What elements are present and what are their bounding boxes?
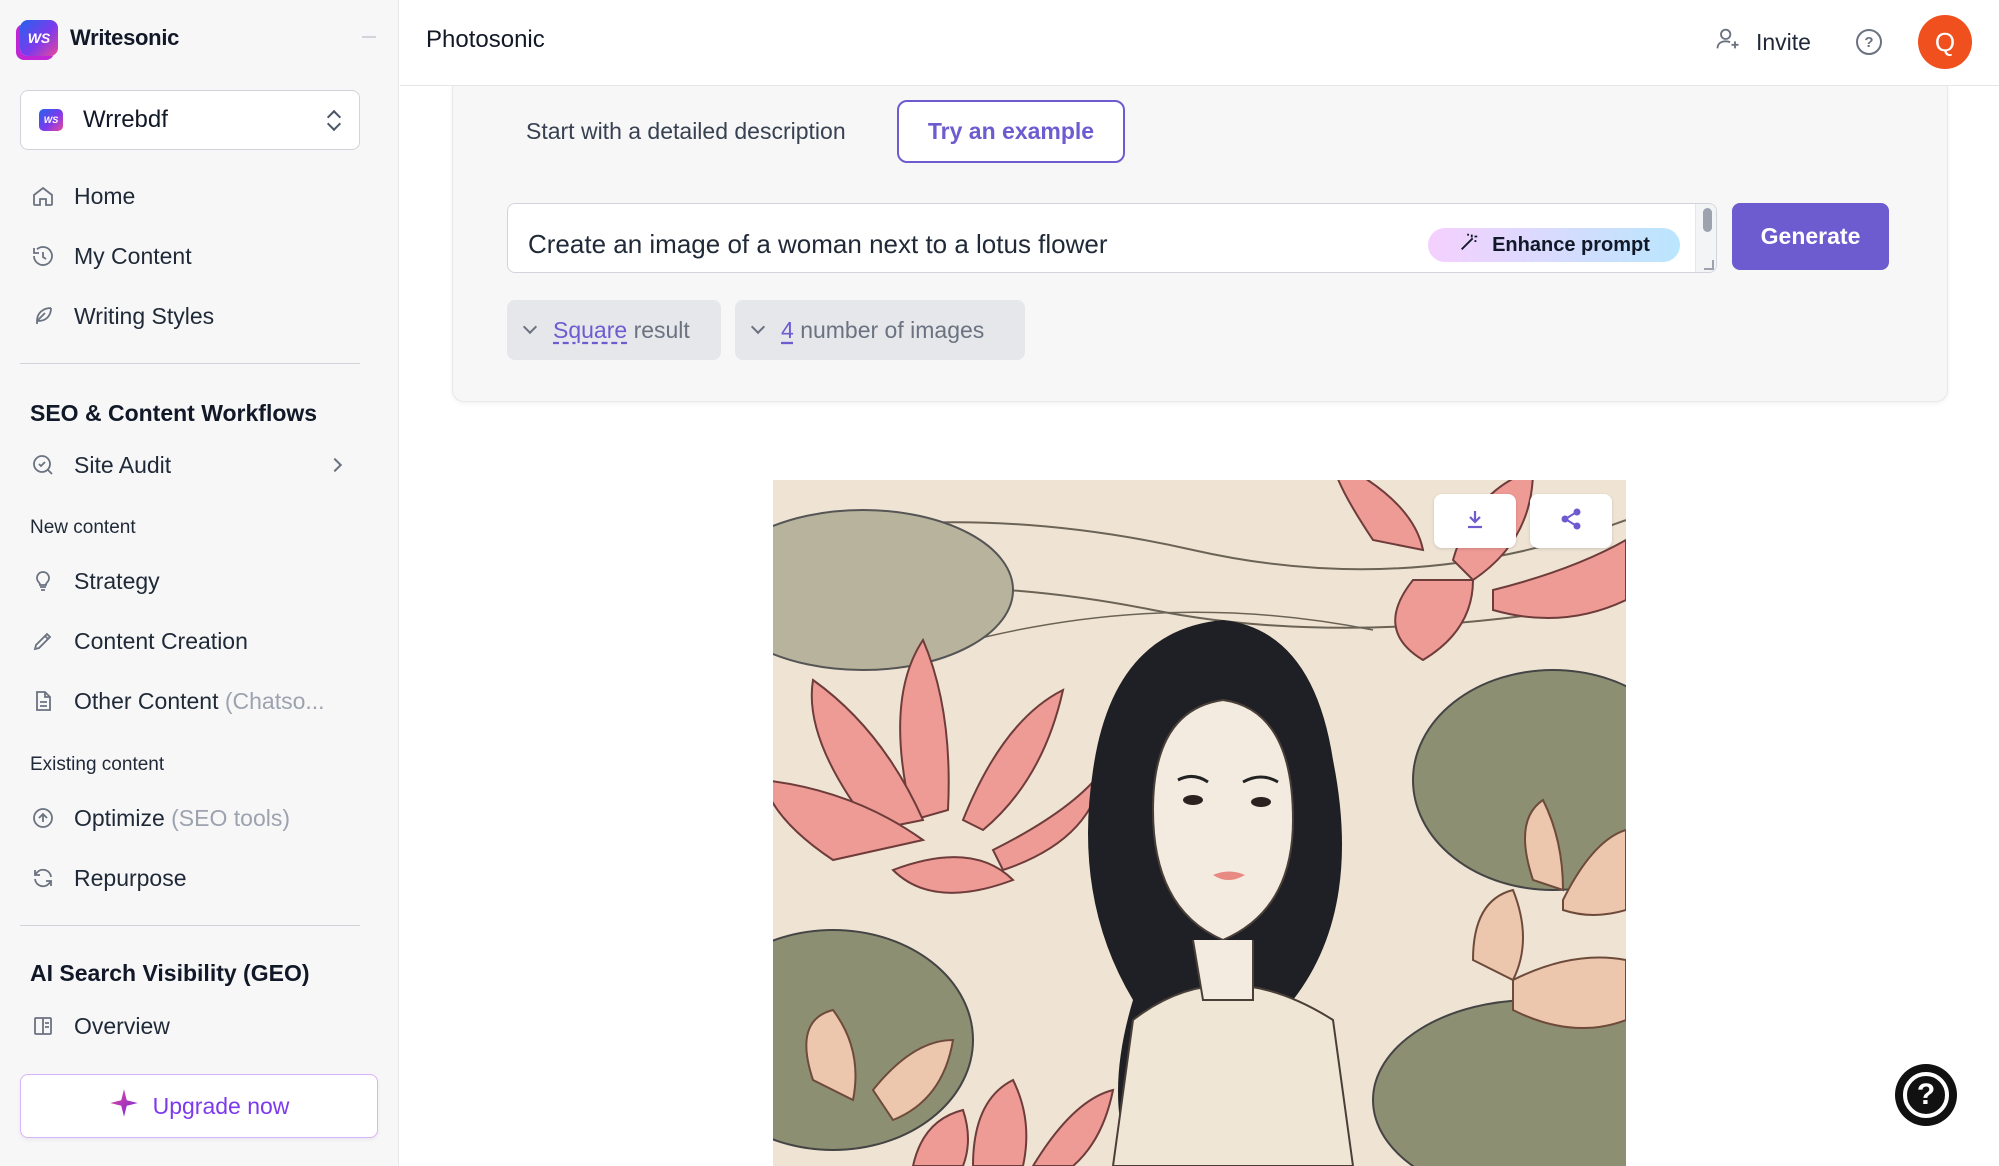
divider [20,925,360,926]
upgrade-label: Upgrade now [152,1092,290,1119]
start-label: Start with a detailed description [526,118,846,144]
generate-button[interactable]: Generate [1732,203,1889,270]
scroll-thumb[interactable] [1703,208,1712,232]
pencil-icon [30,628,56,654]
sidebar-item-label: Optimize (SEO tools) [74,805,290,832]
sidebar-item-label: Content Creation [74,627,248,654]
top-bar: Photosonic Invite ? Q [400,0,1999,86]
document-icon [30,688,56,714]
divider [20,363,360,364]
sparkle-icon [109,1088,139,1124]
download-icon [1463,507,1487,536]
workspace-selector[interactable]: WS Wrrebdf [20,90,360,150]
count-suffix: number of images [800,316,985,343]
share-button[interactable] [1530,494,1612,548]
chevron-updown-icon [327,109,341,131]
sidebar-item-label: Home [74,182,136,209]
workspace-logo: WS [39,109,63,131]
try-example-button[interactable]: Try an example [897,100,1125,163]
generated-image[interactable] [773,480,1626,1166]
sidebar-item-other-content[interactable]: Other Content (Chatso... [30,681,325,721]
book-icon [30,1013,56,1039]
other-content-label: Other Content [74,687,219,714]
sidebar-item-label: Overview [74,1012,170,1039]
home-icon [30,183,56,209]
aspect-suffix: result [633,316,690,343]
lightbulb-icon [30,568,56,594]
avatar[interactable]: Q [1918,15,1972,69]
sidebar-item-label: Strategy [74,567,160,594]
writesonic-logo: WS [20,20,58,56]
history-icon [30,243,56,269]
sidebar-item-optimize[interactable]: Optimize (SEO tools) [30,798,290,838]
sidebar-item-home[interactable]: Home [30,176,135,216]
enhance-prompt-label: Enhance prompt [1492,233,1650,256]
workspace-name: Wrrebdf [83,106,168,133]
chevron-right-icon [327,457,343,473]
sidebar-item-label: Other Content (Chatso... [74,688,325,715]
help-chat-button[interactable]: ? [1895,1064,1957,1126]
sidebar-item-my-content[interactable]: My Content [30,236,192,276]
help-icon: ? [1903,1072,1949,1118]
sidebar-item-repurpose[interactable]: Repurpose [30,858,187,898]
sidebar-item-overview[interactable]: Overview [30,1006,170,1046]
sidebar-item-label: Writing Styles [74,302,215,329]
chevron-down-icon [750,319,766,335]
section-label-existing-content: Existing content [30,754,165,775]
other-content-note: (Chatso... [224,687,325,714]
arrow-up-circle-icon [30,805,56,831]
section-title-seo: SEO & Content Workflows [30,400,318,426]
prompt-text[interactable]: Create an image of a woman next to a lot… [528,222,1228,272]
upgrade-button[interactable]: Upgrade now [20,1074,378,1138]
feather-icon [30,303,56,329]
optimize-note: (SEO tools) [171,804,291,831]
resize-handle[interactable] [1704,260,1714,270]
prompt-input[interactable]: Create an image of a woman next to a lot… [507,203,1717,273]
invite-label: Invite [1756,28,1811,55]
sidebar-item-label: My Content [74,242,192,269]
audit-icon [30,452,56,478]
wand-icon [1458,231,1480,259]
brand[interactable]: WS Writesonic [20,18,179,58]
download-button[interactable] [1434,494,1516,548]
image-count-dropdown[interactable]: 4 number of images [735,300,1025,360]
invite-button[interactable]: Invite [1714,22,1811,62]
count-value: 4 [781,316,794,343]
brand-name: Writesonic [70,25,180,50]
help-icon[interactable]: ? [1856,29,1882,55]
section-title-geo: AI Search Visibility (GEO) [30,960,310,986]
sidebar-item-strategy[interactable]: Strategy [30,561,160,601]
share-icon [1559,507,1583,536]
collapse-sidebar-button[interactable] [362,36,376,38]
chevron-down-icon [522,319,538,335]
page-title: Photosonic [426,26,545,53]
enhance-prompt-button[interactable]: Enhance prompt [1428,228,1680,262]
sidebar-item-label: Repurpose [74,864,187,891]
refresh-icon [30,865,56,891]
add-user-icon [1714,25,1742,59]
aspect-ratio-dropdown[interactable]: Square result [507,300,721,360]
sidebar-item-content-creation[interactable]: Content Creation [30,621,248,661]
sidebar: WS Writesonic WS Wrrebdf Home My Content… [0,0,399,1166]
sidebar-item-label: Site Audit [74,451,172,478]
optimize-label: Optimize [74,804,165,831]
sidebar-item-site-audit[interactable]: Site Audit [30,445,171,485]
aspect-value: Square [553,316,628,343]
sidebar-item-writing-styles[interactable]: Writing Styles [30,296,214,336]
section-label-new-content: New content [30,517,136,538]
